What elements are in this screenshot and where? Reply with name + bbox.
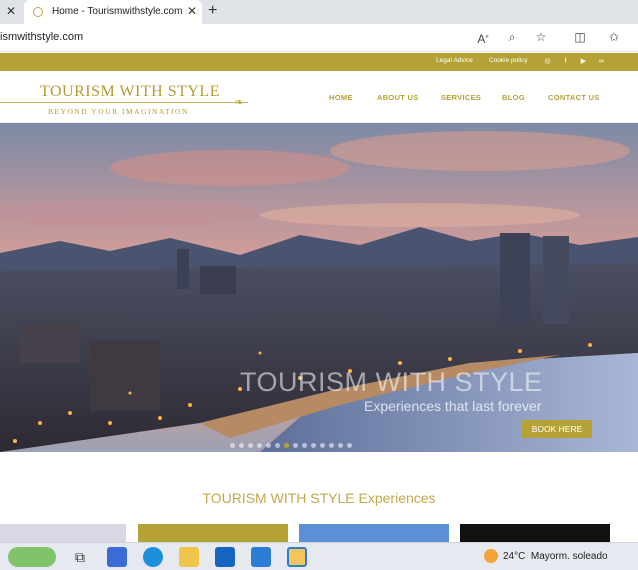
address-bar: ismwithstyle.com A» ⌕ ☆ ◫ ✩ (0, 24, 638, 52)
cookie-policy-link[interactable]: Cookie policy (489, 57, 528, 64)
logo-tagline: BEYOND YOUR IMAGINATION (48, 107, 189, 116)
close-icon[interactable]: ✕ (187, 4, 197, 18)
experience-card[interactable] (138, 524, 288, 542)
favorite-star-icon[interactable]: ☆ (533, 29, 549, 45)
experience-card[interactable] (299, 524, 449, 542)
book-here-button[interactable]: BOOK HERE (522, 420, 592, 438)
slider-dot[interactable] (284, 443, 289, 448)
hero-image (0, 123, 638, 452)
section-title: TOURISM WITH STYLE Experiences (202, 490, 436, 506)
weather-temp: 24°C (503, 551, 526, 562)
hero-title: TOURISM WITH STYLE (240, 367, 543, 397)
slider-dot[interactable] (248, 443, 253, 448)
slider-dot[interactable] (338, 443, 343, 448)
nav-contact-us[interactable]: CONTACT US (548, 93, 600, 102)
experience-card[interactable] (460, 524, 610, 542)
url-field[interactable]: ismwithstyle.com (0, 31, 83, 43)
screen: ✕ Home - Tourismwithstyle.com ✕ + ismwit… (0, 0, 638, 570)
favorites-icon[interactable]: ✩ (606, 29, 622, 45)
slider-dot[interactable] (320, 443, 325, 448)
experience-card[interactable] (0, 524, 126, 542)
youtube-icon[interactable]: ▶ (579, 57, 588, 66)
slider-dot[interactable] (311, 443, 316, 448)
hero-subtitle: Experiences that last forever (364, 398, 542, 414)
slider-dot[interactable] (302, 443, 307, 448)
slider-dot[interactable] (230, 443, 235, 448)
read-aloud-icon[interactable]: A» (475, 29, 491, 46)
weather-desc: Mayorm. soleado (530, 551, 608, 562)
slider-dot[interactable] (275, 443, 280, 448)
logo-divider (0, 102, 248, 103)
file-explorer-icon[interactable] (179, 547, 199, 567)
store-icon[interactable] (107, 547, 127, 567)
tennis-widget-icon[interactable] (8, 547, 56, 567)
slider-dot[interactable] (293, 443, 298, 448)
mail-icon[interactable] (251, 547, 271, 567)
logo[interactable]: TOURISM WITH STYLE (40, 83, 220, 101)
nav-home[interactable]: HOME (329, 93, 353, 102)
weather-readout[interactable]: 24°C Mayorm. soleado (503, 551, 608, 562)
zoom-icon[interactable]: ⌕ (504, 29, 520, 45)
nav-blog[interactable]: BLOG (502, 93, 525, 102)
close-icon[interactable]: ✕ (6, 4, 16, 18)
facebook-icon[interactable]: f (561, 57, 570, 66)
new-tab-icon[interactable]: + (208, 2, 217, 20)
windows-taskbar: ⧉ 24°C Mayorm. soleado (0, 542, 638, 570)
slider-dot[interactable] (266, 443, 271, 448)
site-header: TOURISM WITH STYLE ❧ BEYOND YOUR IMAGINA… (0, 71, 638, 123)
site-top-bar: Legal Advice Cookie policy ◎ f ▶ ∞ (0, 53, 638, 71)
photos-icon[interactable] (287, 547, 307, 567)
tripadvisor-icon[interactable]: ∞ (597, 57, 606, 66)
browser-tab[interactable]: Home - Tourismwithstyle.com ✕ (24, 0, 202, 24)
legal-advice-link[interactable]: Legal Advice (436, 57, 473, 64)
edge-icon[interactable] (143, 547, 163, 567)
instagram-icon[interactable]: ◎ (543, 57, 552, 66)
task-view-icon[interactable]: ⧉ (70, 547, 90, 567)
hero-slider[interactable]: TOURISM WITH STYLE Experiences that last… (0, 123, 638, 452)
nav-about-us[interactable]: ABOUT US (377, 93, 419, 102)
nav-services[interactable]: SERVICES (441, 93, 481, 102)
slider-dot[interactable] (257, 443, 262, 448)
outlook-icon[interactable] (215, 547, 235, 567)
flourish-icon: ❧ (234, 95, 245, 109)
weather-sun-icon[interactable] (484, 549, 498, 563)
slider-dot[interactable] (347, 443, 352, 448)
tab-title: Home - Tourismwithstyle.com (52, 6, 183, 17)
favicon-icon (33, 7, 43, 17)
split-screen-icon[interactable]: ◫ (572, 29, 588, 45)
slider-dot[interactable] (239, 443, 244, 448)
slider-dot[interactable] (329, 443, 334, 448)
browser-tab-strip: ✕ Home - Tourismwithstyle.com ✕ + (0, 0, 638, 24)
